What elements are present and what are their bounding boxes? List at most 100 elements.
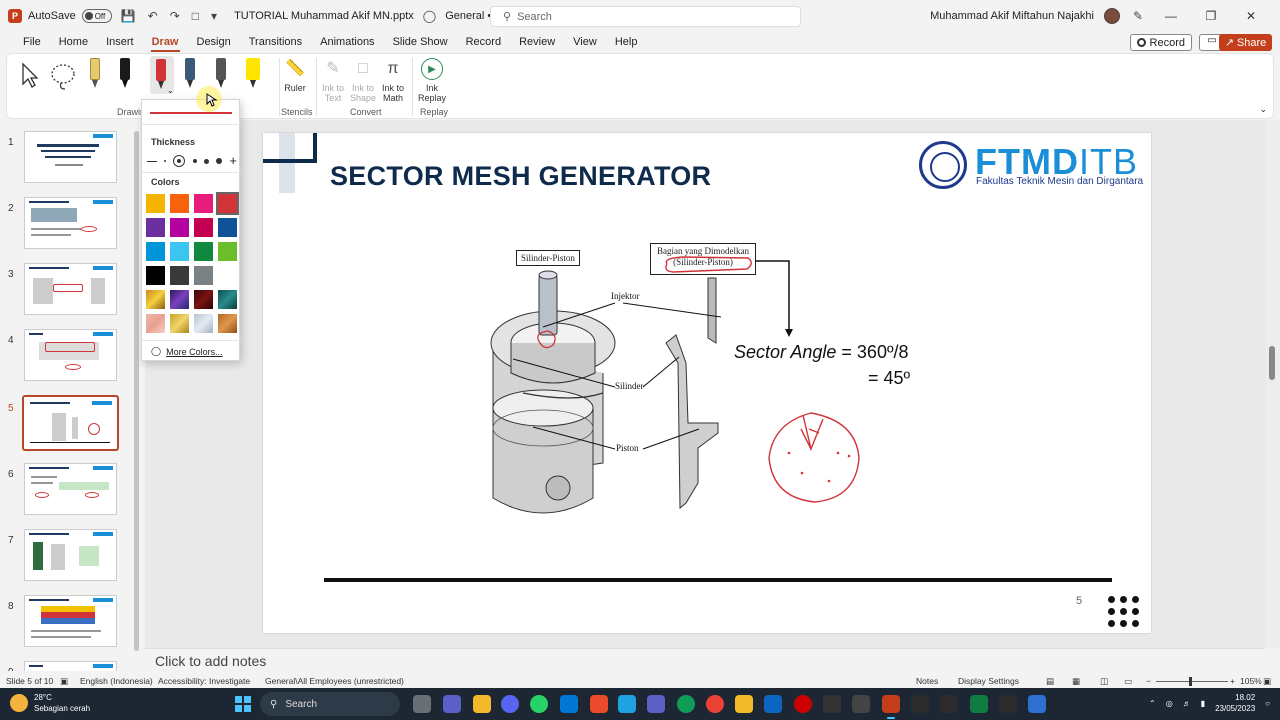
- user-name[interactable]: Muhammad Akif Miftahun Najakhi: [930, 10, 1094, 22]
- ink-replay-button[interactable]: ▶ Ink Replay: [417, 58, 447, 103]
- discord-icon[interactable]: [501, 695, 519, 713]
- pen-red-tool-selected[interactable]: ⌄: [150, 56, 174, 95]
- more-colors-button[interactable]: ◯ More Colors...: [151, 346, 223, 357]
- display-settings[interactable]: Display Settings: [958, 674, 1019, 688]
- terminal-icon[interactable]: [823, 695, 841, 713]
- color-swatch[interactable]: [194, 314, 213, 333]
- clock[interactable]: 18.02 23/05/2023: [1215, 692, 1255, 714]
- record-app-icon[interactable]: [794, 695, 812, 713]
- color-swatch[interactable]: [194, 290, 213, 309]
- app-icon[interactable]: [590, 695, 608, 713]
- color-swatch[interactable]: [218, 314, 237, 333]
- spell-check-icon[interactable]: ▣: [60, 674, 68, 688]
- lens-icon[interactable]: [618, 695, 636, 713]
- tab-home[interactable]: Home: [50, 32, 97, 52]
- slide-canvas[interactable]: SECTOR MESH GENERATOR FTMDITB Fakultas T…: [263, 133, 1151, 633]
- color-swatch[interactable]: [146, 266, 165, 285]
- slideshow-view-icon[interactable]: ▭: [1124, 674, 1132, 688]
- file-explorer-icon[interactable]: [473, 695, 491, 713]
- tab-record[interactable]: Record: [457, 32, 510, 52]
- thumbnail-slide-7[interactable]: 7: [0, 529, 130, 589]
- thickness-5[interactable]: [216, 158, 223, 164]
- edge-icon[interactable]: [677, 695, 695, 713]
- customize-qat-icon[interactable]: ▾: [208, 9, 220, 23]
- thumbnail-slide-5[interactable]: 5: [0, 395, 130, 457]
- tab-view[interactable]: View: [564, 32, 606, 52]
- restore-icon[interactable]: ❐: [1196, 9, 1226, 23]
- zoom-in-icon[interactable]: +: [1230, 674, 1235, 688]
- battery-icon[interactable]: ▮: [1201, 699, 1205, 708]
- color-swatch[interactable]: [194, 194, 213, 213]
- excel-icon[interactable]: [970, 695, 988, 713]
- tab-transitions[interactable]: Transitions: [240, 32, 311, 52]
- select-tool[interactable]: [17, 58, 41, 92]
- network-icon[interactable]: ◎: [1166, 699, 1173, 708]
- thickness-increase-icon[interactable]: +: [229, 154, 237, 167]
- tab-review[interactable]: Review: [510, 32, 564, 52]
- folder-icon[interactable]: [735, 695, 753, 713]
- task-view-icon[interactable]: [413, 695, 431, 713]
- start-button[interactable]: [235, 696, 251, 712]
- zoom-slider-thumb[interactable]: [1189, 677, 1192, 686]
- color-swatch[interactable]: [146, 194, 165, 213]
- scrollbar-thumb[interactable]: [1269, 346, 1275, 380]
- avatar[interactable]: [1103, 8, 1120, 24]
- ruler-button[interactable]: 📏 Ruler: [281, 58, 309, 93]
- color-swatch[interactable]: [170, 218, 189, 237]
- slide-count[interactable]: Slide 5 of 10: [6, 674, 53, 688]
- lasso-select-tool[interactable]: [49, 58, 75, 92]
- color-swatch[interactable]: [170, 290, 189, 309]
- language-status[interactable]: English (Indonesia): [80, 674, 153, 688]
- slide-sorter-icon[interactable]: ▦: [1072, 674, 1080, 688]
- thickness-1[interactable]: [164, 160, 167, 162]
- ink-to-text-button[interactable]: ✎ Ink to Text: [319, 58, 347, 103]
- fs-app-icon[interactable]: [999, 695, 1017, 713]
- thumbnail-slide-1[interactable]: 1: [0, 131, 130, 191]
- tab-slide-show[interactable]: Slide Show: [384, 32, 457, 52]
- thumbnail-slide-9[interactable]: 9: [0, 661, 130, 671]
- reading-view-icon[interactable]: ◫: [1100, 674, 1108, 688]
- tab-design[interactable]: Design: [188, 32, 240, 52]
- color-swatch[interactable]: [218, 242, 237, 261]
- vscode-icon[interactable]: [560, 695, 578, 713]
- ink-annotations[interactable]: [263, 133, 1151, 633]
- close-icon[interactable]: ✕: [1236, 9, 1266, 23]
- zoom-level[interactable]: 105%: [1240, 674, 1262, 688]
- thumbnail-slide-3[interactable]: 3: [0, 263, 130, 323]
- tab-animations[interactable]: Animations: [311, 32, 383, 52]
- highlighter-tool[interactable]: [246, 58, 260, 88]
- color-swatch[interactable]: [218, 218, 237, 237]
- volume-icon[interactable]: ♬: [1183, 699, 1191, 708]
- teams-chat-icon[interactable]: [443, 695, 461, 713]
- powerpoint-taskbar-icon[interactable]: [882, 695, 900, 719]
- record-button[interactable]: Record: [1129, 34, 1192, 51]
- thumbnail-slide-4[interactable]: 4: [0, 329, 130, 389]
- color-swatch[interactable]: [146, 290, 165, 309]
- color-swatch[interactable]: [194, 218, 213, 237]
- tab-help[interactable]: Help: [606, 32, 647, 52]
- pen-navy-tool[interactable]: [183, 58, 197, 88]
- pen-icon[interactable]: ✎: [1130, 9, 1146, 23]
- slide-scrollbar[interactable]: [1266, 120, 1280, 648]
- ink-to-shape-button[interactable]: □ Ink to Shape: [349, 58, 377, 103]
- minimize-icon[interactable]: —: [1156, 9, 1186, 23]
- weather-widget[interactable]: 28°C Sebagian cerah: [10, 692, 90, 714]
- color-swatch[interactable]: [194, 242, 213, 261]
- autosave-toggle[interactable]: Off: [81, 9, 112, 23]
- thickness-3[interactable]: [192, 159, 197, 163]
- app-icon[interactable]: [852, 695, 870, 713]
- chevron-down-icon[interactable]: ⌄: [167, 86, 174, 95]
- color-swatch[interactable]: [170, 266, 189, 285]
- zoom-slider[interactable]: [1156, 677, 1228, 686]
- thumbnail-scrollbar[interactable]: [133, 123, 139, 671]
- thickness-4[interactable]: [203, 158, 209, 164]
- pen-grey-tool[interactable]: [214, 58, 228, 88]
- sensitivity-label[interactable]: General\All Employees (unrestricted): [265, 674, 404, 688]
- mail-icon[interactable]: [764, 695, 782, 713]
- fit-slide-icon[interactable]: ▣: [1263, 674, 1271, 688]
- pst-app-icon[interactable]: [911, 695, 929, 713]
- color-swatch[interactable]: [170, 194, 189, 213]
- color-swatch[interactable]: [216, 192, 239, 215]
- notification-icon[interactable]: ○: [1265, 699, 1270, 708]
- pen-black-tool[interactable]: [118, 58, 132, 88]
